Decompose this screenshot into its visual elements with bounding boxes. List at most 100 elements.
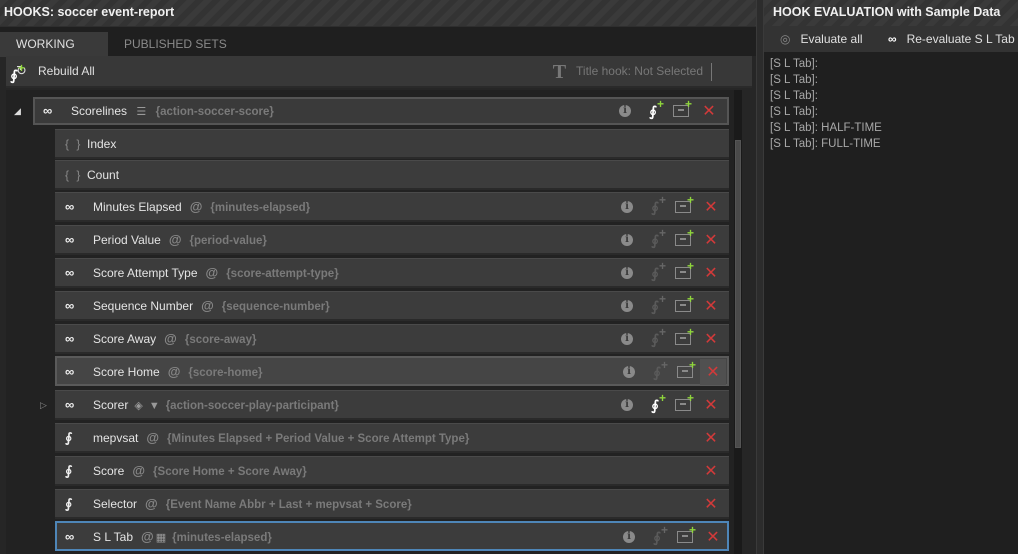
export-hook-button[interactable]: + — [671, 358, 699, 386]
hook-expression: {score-away} — [184, 334, 257, 346]
computed-chain-icon: ∮ — [653, 364, 661, 380]
hook-row-count[interactable]: { } Count — [55, 160, 729, 190]
info-button[interactable]: i — [615, 358, 643, 386]
plus-icon: + — [660, 358, 668, 372]
delete-button[interactable]: ✕ — [699, 523, 727, 551]
hook-row-score-attempt-type[interactable]: ∞ Score Attempt Type @ {score-attempt-type… — [55, 258, 729, 288]
expand-arrow-scorer[interactable]: ▷ — [40, 400, 50, 410]
table-icon: ▦ — [155, 532, 167, 544]
hook-row-mepvsat[interactable]: ∮ mepvsat @ {Minutes Elapsed + Period Valu… — [55, 423, 729, 453]
at-icon: @ — [132, 463, 146, 478]
evaluate-all-button[interactable]: ◎ Evaluate all — [780, 26, 863, 52]
hook-name: Score — [93, 464, 125, 478]
info-button[interactable]: i — [613, 325, 641, 353]
title-hook-selector[interactable]: T Title hook: Not Selected — [553, 56, 712, 86]
add-computed-hook-button[interactable]: ∮ + — [0, 61, 28, 89]
braces-icon: { } — [65, 168, 83, 182]
tab-published-sets[interactable]: PUBLISHED SETS — [108, 32, 243, 57]
hook-row-minutes-elapsed[interactable]: ∞ Minutes Elapsed @ {minutes-elapsed} i ∮ +… — [55, 192, 729, 222]
link-icon: ∞ — [65, 298, 75, 313]
delete-button[interactable]: ✕ — [697, 457, 725, 485]
scrollbar-thumb[interactable] — [735, 140, 741, 448]
hook-expression: {minutes-elapsed} — [210, 202, 311, 214]
link-icon: ∞ — [888, 32, 897, 46]
hook-name: Count — [87, 168, 120, 182]
at-icon: @ — [205, 265, 219, 280]
export-hook-button[interactable]: + — [667, 97, 695, 125]
close-icon: ✕ — [704, 496, 718, 513]
info-button[interactable]: i — [613, 193, 641, 221]
info-button[interactable]: i — [615, 523, 643, 551]
hook-row-sequence-number[interactable]: ∞ Sequence Number @ {sequence-number} i ∮ +… — [55, 291, 729, 321]
delete-button[interactable]: ✕ — [697, 259, 725, 287]
delete-button[interactable]: ✕ — [697, 325, 725, 353]
info-icon: i — [623, 366, 635, 378]
hook-expression: {action-soccer-play-participant} — [165, 400, 339, 412]
add-computed-hook-button[interactable]: ∮ + — [641, 391, 669, 419]
delete-button[interactable]: ✕ — [697, 193, 725, 221]
at-icon: @ — [168, 232, 182, 247]
hook-name: Sequence Number — [93, 299, 194, 313]
hook-row-score[interactable]: ∮ Score @ {Score Home + Score Away} ✕ — [55, 456, 729, 486]
export-hook-button[interactable]: + — [669, 325, 697, 353]
tab-working-set[interactable]: WORKING SET — [0, 32, 108, 76]
computed-chain-icon: ∮ — [651, 298, 659, 314]
export-hook-button[interactable]: + — [671, 523, 699, 551]
add-computed-hook-button[interactable]: ∮ + — [641, 259, 669, 287]
plus-icon: + — [658, 325, 666, 339]
delete-button[interactable]: ✕ — [697, 490, 725, 518]
plus-icon: + — [658, 391, 666, 405]
info-button[interactable]: i — [613, 226, 641, 254]
info-button[interactable]: i — [613, 391, 641, 419]
export-hook-button[interactable]: + — [669, 259, 697, 287]
hook-expression: {score-home} — [188, 367, 263, 379]
add-computed-hook-button[interactable]: ∮ + — [641, 292, 669, 320]
add-computed-hook-button[interactable]: ∮ + — [639, 97, 667, 125]
info-button[interactable]: i — [613, 292, 641, 320]
tab-bar: WORKING SET PUBLISHED SETS — [0, 26, 756, 76]
hook-row-s-l-tab[interactable]: ∞ S L Tab @ ▦ {minutes-elapsed} i ∮ + + ✕ — [55, 521, 729, 551]
hook-row-score-away[interactable]: ∞ Score Away @ {score-away} i ∮ + + ✕ — [55, 324, 729, 354]
close-icon: ✕ — [702, 103, 716, 120]
info-button[interactable]: i — [611, 97, 639, 125]
add-computed-hook-button[interactable]: ∮ + — [643, 358, 671, 386]
layers-icon: ☰ — [136, 106, 147, 118]
add-computed-hook-button[interactable]: ∮ + — [643, 523, 671, 551]
delete-button[interactable]: ✕ — [697, 292, 725, 320]
hook-row-score-home[interactable]: ∞ Score Home @ {score-home} i ∮ + + ✕ — [55, 356, 729, 386]
delete-button[interactable]: ✕ — [697, 226, 725, 254]
delete-button[interactable]: ✕ — [695, 97, 723, 125]
hook-row-selector[interactable]: ∮ Selector @ {Event Name Abbr + Last + mep… — [55, 489, 729, 519]
hook-row-scorer[interactable]: ∞ Scorer ◈ ▼ {action-soccer-play-participan… — [55, 390, 729, 420]
plus-icon: + — [658, 292, 666, 306]
close-icon: ✕ — [706, 529, 720, 546]
hook-name: Scorer — [93, 398, 129, 412]
at-icon: @ — [201, 298, 214, 313]
link-icon: ∞ — [65, 397, 75, 412]
at-icon: @ — [164, 331, 177, 346]
reevaluate-button[interactable]: ∞ Re-evaluate S L Tab — [888, 26, 1015, 52]
export-hook-button[interactable]: + — [669, 193, 697, 221]
collapse-arrow-scorelines[interactable]: ◢ — [14, 106, 24, 116]
export-hook-button[interactable]: + — [669, 226, 697, 254]
hook-row-index[interactable]: { } Index — [55, 129, 729, 159]
evaluation-panel-title: HOOK EVALUATION with Sample Data — [764, 0, 1018, 26]
plus-icon: + — [658, 193, 666, 207]
panel-splitter[interactable] — [756, 0, 764, 554]
export-hook-button[interactable]: + — [669, 292, 697, 320]
info-icon: i — [621, 267, 633, 279]
computed-chain-icon: ∮ — [651, 199, 659, 215]
delete-button[interactable]: ✕ — [697, 391, 725, 419]
add-computed-hook-button[interactable]: ∮ + — [641, 193, 669, 221]
info-icon: i — [621, 399, 633, 411]
hook-row-scorelines[interactable]: ∞ Scorelines ☰ {action-soccer-score} i ∮… — [33, 97, 729, 125]
delete-button[interactable]: ✕ — [699, 358, 727, 386]
delete-button[interactable]: ✕ — [697, 424, 725, 452]
add-computed-hook-button[interactable]: ∮ + — [641, 226, 669, 254]
at-icon: @ — [189, 199, 203, 214]
export-hook-button[interactable]: + — [669, 391, 697, 419]
hook-row-period-value[interactable]: ∞ Period Value @ {period-value} i ∮ + + ✕ — [55, 225, 729, 255]
hook-name: Selector — [93, 497, 138, 511]
info-button[interactable]: i — [613, 259, 641, 287]
add-computed-hook-button[interactable]: ∮ + — [641, 325, 669, 353]
